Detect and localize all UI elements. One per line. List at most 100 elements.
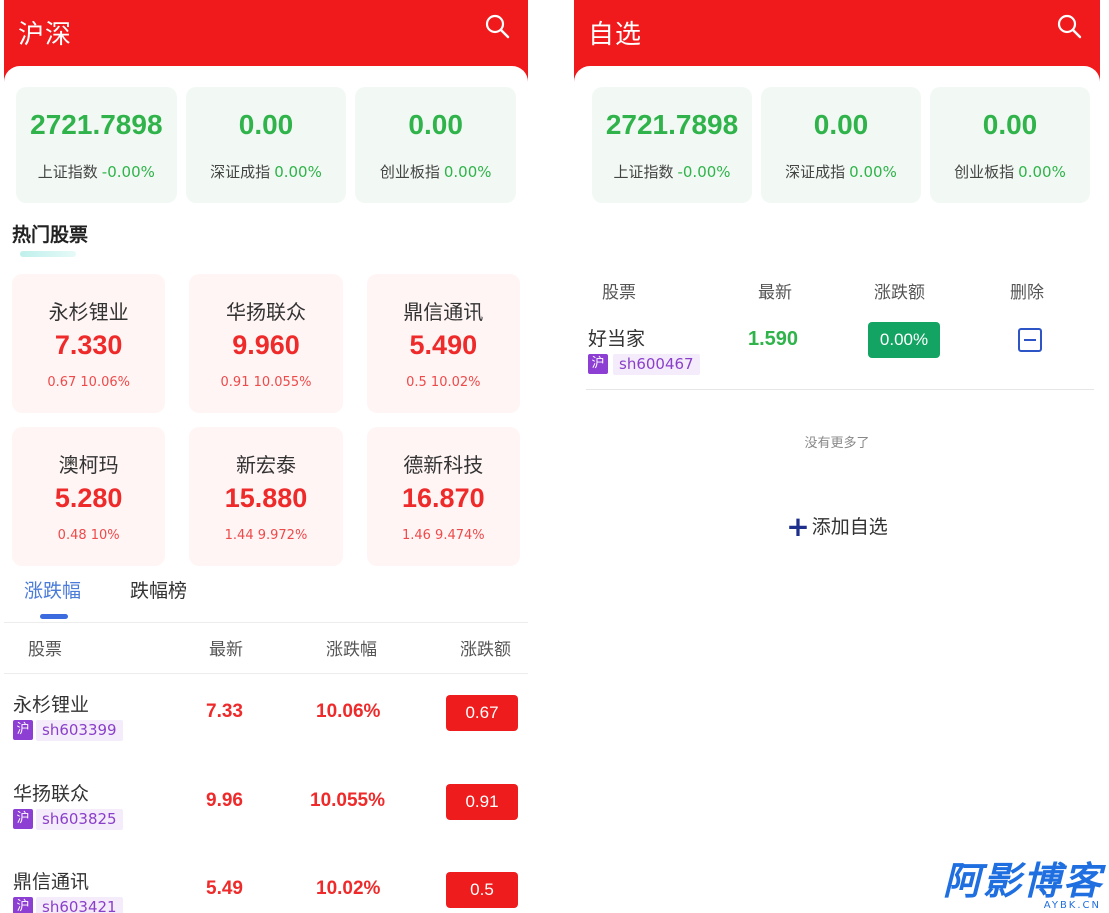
stock-latest: 1.590 xyxy=(748,328,799,350)
index-name: 深证成指 xyxy=(785,163,846,181)
hot-stock-name: 德新科技 xyxy=(403,453,484,477)
add-watchlist-button[interactable]: + 添加自选 xyxy=(574,510,1100,543)
index-pct: -0.00% xyxy=(101,163,155,181)
delete-icon[interactable] xyxy=(1018,328,1042,352)
column-amt[interactable]: 涨跌额 xyxy=(460,635,511,660)
stock-pct-badge: 0.00% xyxy=(868,322,940,358)
stock-code: sh603399 xyxy=(36,720,123,741)
index-pct: 0.00% xyxy=(1018,163,1066,181)
search-icon[interactable] xyxy=(484,13,510,39)
watermark-sub: AYBK.CN xyxy=(1043,900,1101,911)
watermark-text: 阿影博客 xyxy=(942,859,1103,903)
hot-stock-price: 5.490 xyxy=(409,330,478,360)
watchlist-screen: 自选 2721.7898 上证指数 -0.00% 0.00 深证成指 0.00% 0… xyxy=(574,0,1100,913)
stock-name: 好当家 xyxy=(588,328,646,350)
hot-stock-name: 华扬联众 xyxy=(225,300,306,324)
stock-name: 鼎信通讯 xyxy=(13,871,90,893)
index-cards: 2721.7898 上证指数 -0.00% 0.00 深证成指 0.00% 0.00… xyxy=(16,87,517,203)
hot-stock-card[interactable]: 德新科技 16.870 1.46 9.474% xyxy=(366,427,520,566)
stock-latest: 7.33 xyxy=(206,701,243,722)
stock-code: sh603421 xyxy=(36,897,123,913)
hot-stock-name: 澳柯玛 xyxy=(58,453,119,477)
hot-stock-price: 9.960 xyxy=(232,330,300,360)
table-row[interactable]: 鼎信通讯 沪 sh603421 5.49 10.02% 0.5 xyxy=(4,853,528,913)
page-title: 自选 xyxy=(588,20,643,50)
hot-stock-change: 0.91 10.055% xyxy=(220,375,312,390)
market-badge: 沪 xyxy=(13,897,33,913)
index-card-sz[interactable]: 0.00 深证成指 0.00% xyxy=(185,87,347,203)
table-row[interactable]: 永杉锂业 沪 sh603399 7.33 10.06% 0.67 xyxy=(4,676,528,764)
hot-stock-card[interactable]: 华扬联众 9.960 0.91 10.055% xyxy=(189,274,343,413)
hot-stock-card[interactable]: 永杉锂业 7.330 0.67 10.06% xyxy=(12,274,166,413)
column-stock: 股票 xyxy=(602,283,636,303)
index-value: 2721.7898 xyxy=(605,109,739,140)
hot-stock-change: 0.48 10% xyxy=(57,528,120,543)
market-badge: 沪 xyxy=(13,720,33,740)
index-value: 0.00 xyxy=(408,109,463,140)
search-icon[interactable] xyxy=(1056,13,1082,39)
column-latest[interactable]: 最新 xyxy=(209,635,243,660)
column-latest: 最新 xyxy=(758,283,792,303)
stock-latest: 9.96 xyxy=(206,790,243,811)
stock-amt-badge: 0.67 xyxy=(446,695,518,731)
tab-rise[interactable]: 涨跌幅 xyxy=(24,576,81,603)
hot-stock-change: 1.46 9.474% xyxy=(401,528,485,543)
stock-code: sh600467 xyxy=(613,354,700,375)
index-value: 2721.7898 xyxy=(30,109,163,140)
index-cards: 2721.7898 上证指数 -0.00% 0.00 深证成指 0.00% 0.00… xyxy=(592,87,1090,203)
no-more-text: 没有更多了 xyxy=(804,436,870,451)
plus-icon: + xyxy=(786,510,810,543)
index-pct: 0.00% xyxy=(443,163,492,181)
hot-stock-change: 0.67 10.06% xyxy=(47,375,130,390)
table-row[interactable]: 好当家 沪 sh600467 1.590 0.00% xyxy=(586,306,1094,390)
index-card-cyb[interactable]: 0.00 创业板指 0.00% xyxy=(930,87,1090,203)
stock-pct: 10.055% xyxy=(310,790,386,811)
market-badge: 沪 xyxy=(588,354,608,374)
content-sheet: 2721.7898 上证指数 -0.00% 0.00 深证成指 0.00% 0.00… xyxy=(4,66,528,913)
index-pct: 0.00% xyxy=(274,163,322,181)
hot-stock-price: 7.330 xyxy=(54,330,123,360)
column-stock[interactable]: 股票 xyxy=(28,635,62,660)
table-header: 股票 最新 涨跌幅 涨跌额 xyxy=(4,622,528,674)
index-name: 上证指数 xyxy=(37,163,98,181)
ranking-tabs: 涨跌幅 跌幅榜 xyxy=(4,576,528,620)
content-sheet: 2721.7898 上证指数 -0.00% 0.00 深证成指 0.00% 0.00… xyxy=(574,66,1100,913)
stock-name: 永杉锂业 xyxy=(13,694,90,716)
watermark-logo: 阿影博客 AYBK.CN xyxy=(907,861,1103,911)
table-header: 股票 最新 涨跌额 删除 xyxy=(574,278,1100,306)
column-pct[interactable]: 涨跌幅 xyxy=(326,635,377,660)
stock-amt-badge: 0.5 xyxy=(446,872,518,908)
stock-code: sh603825 xyxy=(36,809,123,830)
stock-pct: 10.02% xyxy=(316,878,381,899)
index-value: 0.00 xyxy=(982,109,1038,140)
index-card-sh[interactable]: 2721.7898 上证指数 -0.00% xyxy=(16,87,177,203)
add-watchlist-label: 添加自选 xyxy=(811,516,888,538)
market-badge: 沪 xyxy=(13,809,33,829)
column-delete: 删除 xyxy=(1010,283,1044,303)
hot-stock-card[interactable]: 新宏泰 15.880 1.44 9.972% xyxy=(189,427,343,566)
index-card-sh[interactable]: 2721.7898 上证指数 -0.00% xyxy=(592,87,752,203)
table-row[interactable]: 华扬联众 沪 sh603825 9.96 10.055% 0.91 xyxy=(4,765,528,853)
stock-latest: 5.49 xyxy=(206,878,243,899)
index-card-sz[interactable]: 0.00 深证成指 0.00% xyxy=(761,87,921,203)
hot-stock-card[interactable]: 澳柯玛 5.280 0.48 10% xyxy=(12,427,166,566)
index-value: 0.00 xyxy=(813,109,869,140)
hot-stock-price: 16.870 xyxy=(402,483,485,513)
index-name: 深证成指 xyxy=(210,163,271,181)
stock-amt-badge: 0.91 xyxy=(446,784,518,820)
tab-indicator xyxy=(40,614,68,619)
market-screen: 沪深 2721.7898 上证指数 -0.00% 0.00 深证成指 0.00% 0… xyxy=(4,0,528,913)
hot-stock-price: 5.280 xyxy=(54,483,123,513)
column-amt: 涨跌额 xyxy=(874,283,925,303)
tab-fall[interactable]: 跌幅榜 xyxy=(130,576,187,603)
hot-stock-change: 0.5 10.02% xyxy=(406,375,481,390)
hot-stock-card[interactable]: 鼎信通讯 5.490 0.5 10.02% xyxy=(366,274,520,413)
hot-stocks-grid: 永杉锂业 7.330 0.67 10.06% 华扬联众 9.960 0.91 1… xyxy=(12,274,520,566)
index-pct: -0.00% xyxy=(677,163,731,181)
index-pct: 0.00% xyxy=(849,163,897,181)
hot-stock-change: 1.44 9.972% xyxy=(224,528,308,543)
index-name: 创业板指 xyxy=(954,163,1015,181)
stock-name: 华扬联众 xyxy=(13,783,90,805)
hot-stock-name: 新宏泰 xyxy=(235,453,296,477)
index-card-cyb[interactable]: 0.00 创业板指 0.00% xyxy=(355,87,517,203)
